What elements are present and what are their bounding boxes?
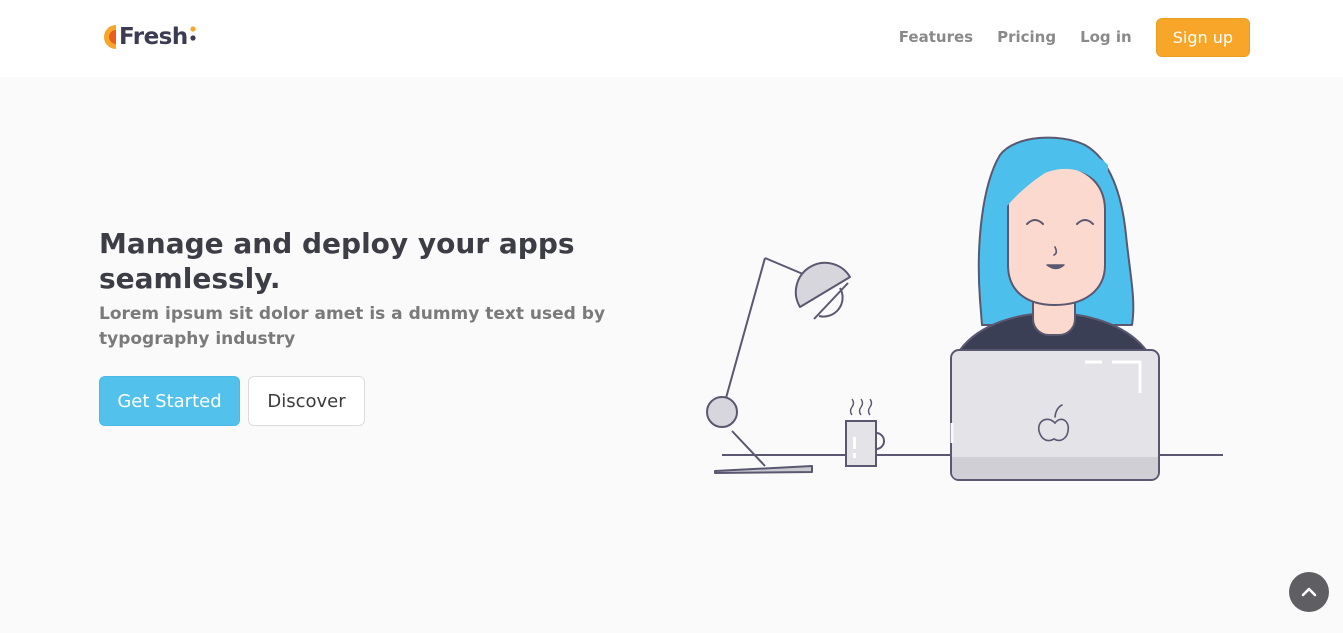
brand-logo[interactable]: Fresh [100,22,197,52]
discover-button[interactable]: Discover [248,376,365,426]
chevron-up-icon [1301,587,1317,597]
laptop-illustration [950,349,1160,481]
nav-links: Features Pricing Log in Sign up [899,17,1250,57]
hero-title: Manage and deploy your apps seamlessly. [99,227,575,295]
logo-dots-icon [190,26,196,41]
brand-name: Fresh [119,24,188,50]
hero-illustration [706,136,1223,481]
get-started-button[interactable]: Get Started [99,376,240,426]
lamp-illustration [706,257,851,474]
nav-link-login[interactable]: Log in [1080,28,1132,46]
nav-link-pricing[interactable]: Pricing [997,28,1056,46]
hero-subtitle: Lorem ipsum sit dolor amet is a dummy te… [99,304,606,349]
person-illustration [958,136,1149,351]
signup-button[interactable]: Sign up [1155,17,1250,57]
nav-link-features[interactable]: Features [899,28,973,46]
back-to-top-button[interactable] [1289,572,1329,612]
hero-buttons: Get Started Discover [99,376,365,426]
navbar: Fresh Features Pricing Log in Sign up [0,0,1343,77]
fresh-logo-icon [104,25,116,49]
